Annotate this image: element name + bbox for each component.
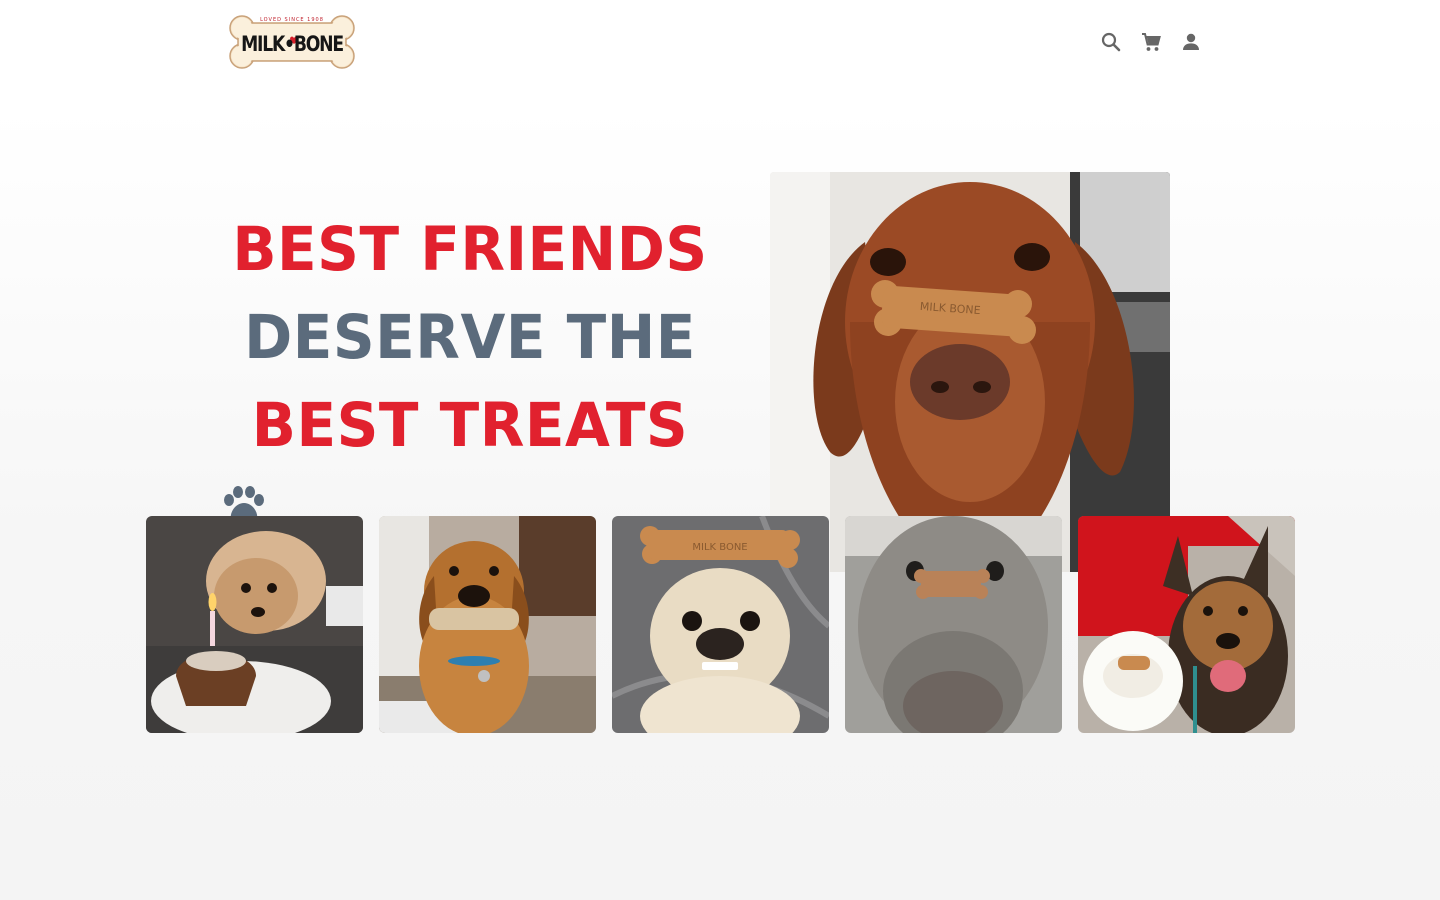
gallery-photo-chihuahua[interactable]: MILK BONE [612, 516, 829, 733]
logo-tagline: LOVED SINCE 1908 [260, 17, 324, 23]
gallery-photo-german-shepherd[interactable] [1078, 516, 1295, 733]
gallery-photo-pomeranian[interactable] [146, 516, 363, 733]
search-icon[interactable] [1099, 30, 1123, 54]
gallery-photo-weimaraner[interactable] [845, 516, 1062, 733]
site-header: LOVED SINCE 1908 MILK•BONE [0, 0, 1440, 86]
svg-text:MILK BONE: MILK BONE [692, 542, 747, 553]
cart-icon[interactable] [1139, 30, 1163, 54]
headline-line-3: BEST TREATS [251, 389, 689, 461]
logo-wordmark: MILK•BONE [241, 32, 344, 56]
dog-gallery: MILK BONE [146, 516, 1295, 733]
headline-line-2: DESERVE THE [244, 301, 696, 373]
milk-bone-logo[interactable]: LOVED SINCE 1908 MILK•BONE [228, 13, 356, 71]
gallery-photo-beagle-mix[interactable] [379, 516, 596, 733]
headline-line-1: BEST FRIENDS [232, 213, 708, 285]
account-icon[interactable] [1179, 30, 1203, 54]
hero-dog-photo: MILK BONE [770, 172, 1170, 572]
hero-headline: BEST FRIENDS DESERVE THE BEST TREATS [230, 205, 710, 469]
header-icon-group [1099, 30, 1203, 54]
